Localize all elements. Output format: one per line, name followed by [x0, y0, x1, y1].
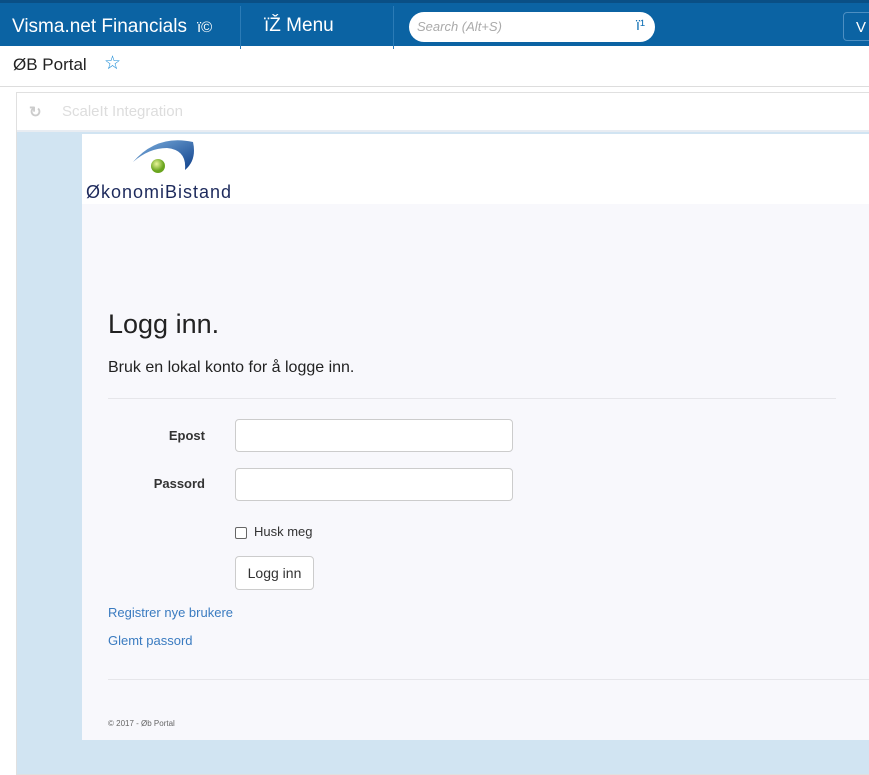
- embedded-frame: ↻ ScaleIt Integration ØkonomiBistand Log…: [16, 92, 869, 775]
- divider: [240, 6, 241, 49]
- email-label: Epost: [168, 428, 205, 443]
- remember-me-label[interactable]: Husk meg: [254, 524, 313, 539]
- divider: [108, 679, 869, 680]
- page-title: ØB Portal: [13, 55, 87, 74]
- login-page: ØkonomiBistand Logg inn. Bruk en lokal k…: [82, 134, 869, 740]
- search-icon[interactable]: ï¹: [636, 17, 645, 34]
- refresh-icon[interactable]: ↻: [29, 103, 42, 121]
- remember-me-checkbox[interactable]: [235, 527, 247, 539]
- register-link[interactable]: Registrer nye brukere: [108, 605, 233, 620]
- forgot-password-link[interactable]: Glemt passord: [108, 633, 193, 648]
- email-field[interactable]: [235, 419, 513, 452]
- app-menu-icon[interactable]: ï©: [197, 19, 212, 36]
- company-button[interactable]: V: [843, 12, 869, 41]
- password-label: Passord: [153, 476, 205, 491]
- divider: [108, 398, 836, 399]
- footer-copyright: © 2017 - Øb Portal: [108, 719, 175, 728]
- login-button[interactable]: Logg inn: [235, 556, 314, 590]
- logo: ØkonomiBistand: [82, 134, 869, 204]
- menu-button[interactable]: ïŽ Menu: [264, 15, 334, 37]
- login-heading: Logg inn.: [108, 309, 220, 339]
- password-field[interactable]: [235, 468, 513, 501]
- divider: [393, 6, 394, 49]
- page-header: ØB Portal ☆: [0, 46, 869, 87]
- login-subtitle: Bruk en lokal konto for å logge inn.: [108, 359, 355, 376]
- star-icon[interactable]: ☆: [104, 52, 121, 75]
- search-input[interactable]: Search (Alt+S) ï¹: [409, 12, 655, 42]
- frame-title: ScaleIt Integration: [62, 103, 183, 120]
- app-title[interactable]: Visma.net Financials ï©: [12, 16, 212, 38]
- frame-toolbar: ↻ ScaleIt Integration: [17, 93, 869, 132]
- menu-icon: ïŽ: [264, 15, 281, 36]
- top-navigation-bar: Visma.net Financials ï© ïŽ Menu Search (A…: [0, 0, 869, 49]
- logo-swoosh-icon: [133, 140, 194, 173]
